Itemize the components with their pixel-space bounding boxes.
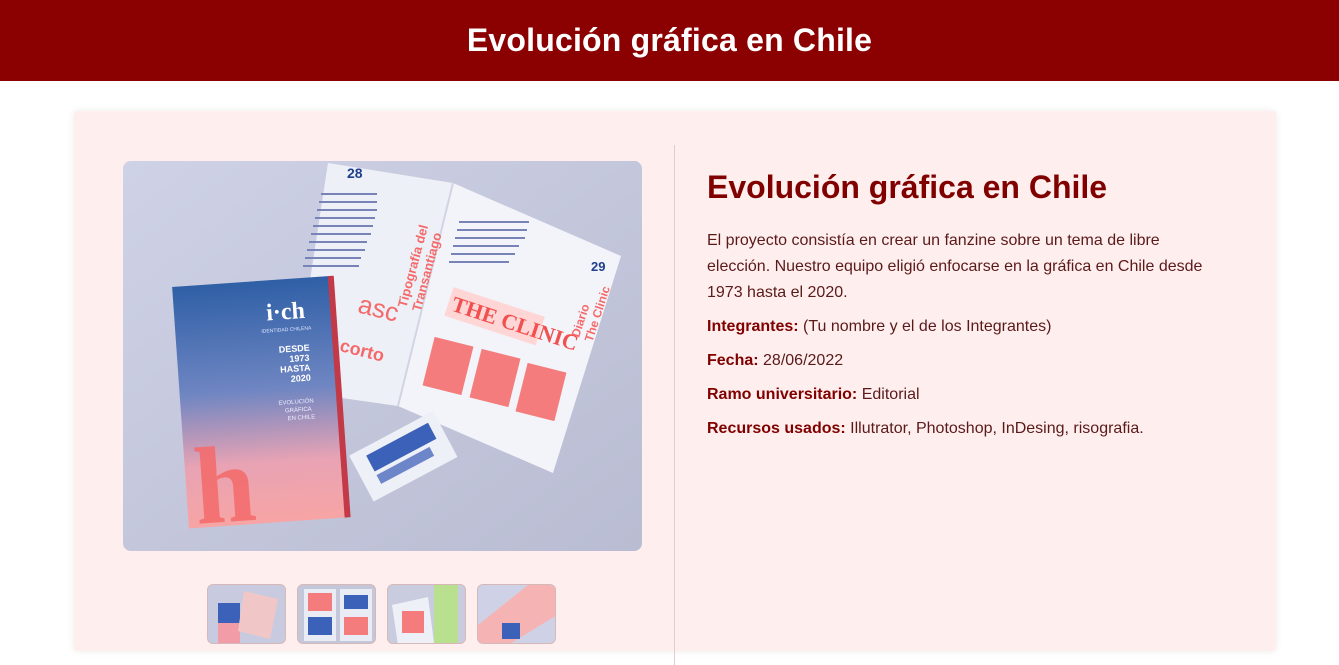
- page-right-number: 29: [591, 259, 605, 274]
- cover-logo: i·ch: [265, 298, 305, 327]
- project-title: Evolución gráfica en Chile: [707, 169, 1108, 205]
- meta-ramo: Ramo universitario: Editorial: [707, 383, 1217, 407]
- meta-ramo-label: Ramo universitario:: [707, 386, 858, 403]
- thumbnail-2[interactable]: [297, 584, 376, 644]
- meta-recursos-label: Recursos usados:: [707, 420, 846, 437]
- project-card: 28 29 Tipografía del Transantiago Diario…: [74, 111, 1276, 665]
- thumbnail-3-image: [388, 585, 465, 643]
- thumbnail-4-image: [478, 585, 555, 643]
- site-title: Evolución gráfica en Chile: [466, 22, 873, 58]
- meta-ramo-value: Editorial: [861, 386, 920, 403]
- main-photo[interactable]: 28 29 Tipografía del Transantiago Diario…: [123, 161, 642, 551]
- meta-recursos: Recursos usados: Illutrator, Photoshop, …: [707, 417, 1217, 441]
- thumbnail-3[interactable]: [387, 584, 466, 644]
- thumbnail-2-image: [298, 585, 375, 643]
- column-divider: [674, 145, 675, 665]
- meta-integrantes-value: (Tu nombre y el de los Integrantes): [803, 318, 1052, 335]
- thumbnail-4[interactable]: [477, 584, 556, 644]
- svg-text:h: h: [190, 422, 260, 548]
- thumbnail-1-image: [208, 585, 285, 643]
- meta-fecha-label: Fecha:: [707, 352, 759, 369]
- meta-fecha-value: 28/06/2022: [763, 352, 844, 369]
- project-info: Evolución gráfica en Chile El proyecto c…: [707, 167, 1217, 441]
- site-header: Evolución gráfica en Chile: [0, 0, 1339, 81]
- meta-integrantes-label: Integrantes:: [707, 318, 799, 335]
- thumbnail-1[interactable]: [207, 584, 286, 644]
- thumbnail-strip: [207, 584, 556, 644]
- meta-integrantes: Integrantes: (Tu nombre y el de los Inte…: [707, 315, 1217, 339]
- meta-recursos-value: Illutrator, Photoshop, InDesing, risogra…: [850, 420, 1144, 437]
- fanzine-cover: i·ch IDENTIDAD CHILENA DESDE 1973 HASTA …: [172, 275, 351, 548]
- meta-fecha: Fecha: 28/06/2022: [707, 349, 1217, 373]
- project-description: El proyecto consistía en crear un fanzin…: [707, 232, 1203, 301]
- page-left-number: 28: [347, 165, 363, 181]
- cover-year-4: 2020: [290, 373, 311, 384]
- fanzine-photo-illustration: 28 29 Tipografía del Transantiago Diario…: [123, 161, 642, 551]
